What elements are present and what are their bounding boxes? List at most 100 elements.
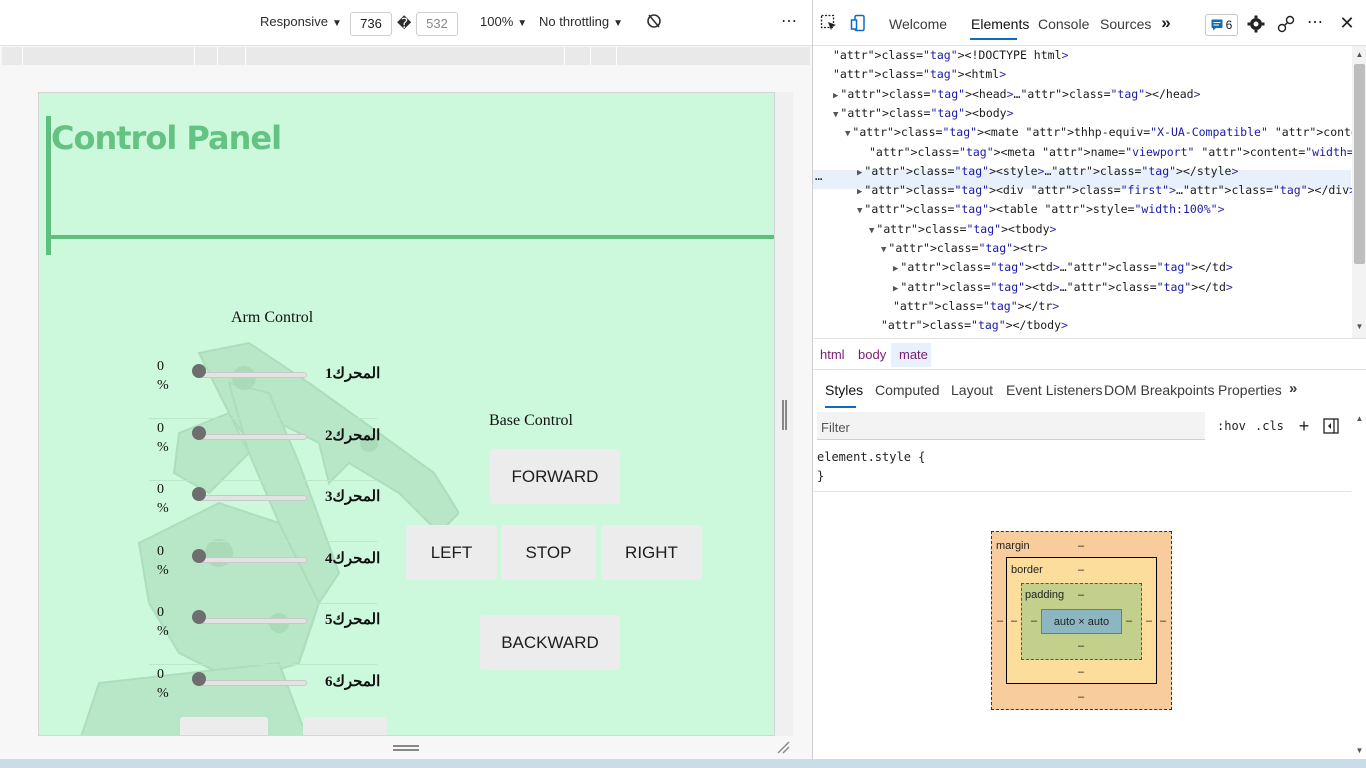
collapse-arrow-icon[interactable]: ▼ — [881, 245, 886, 255]
rotate-icon[interactable] — [646, 12, 662, 33]
dom-node-line[interactable]: "attr">class="tag"></tbody> — [881, 316, 1068, 335]
left-button[interactable]: LEFT — [406, 525, 497, 580]
box-model-content[interactable]: auto × auto — [1041, 609, 1122, 634]
forward-button[interactable]: FORWARD — [490, 449, 620, 504]
width-input[interactable]: 736 — [350, 12, 392, 36]
dom-node-line[interactable]: "attr">class="tag"><html> — [833, 65, 1006, 84]
tab-elements[interactable]: Elements — [971, 16, 1029, 32]
tab-computed[interactable]: Computed — [875, 382, 940, 398]
cls-toggle[interactable]: .cls — [1255, 419, 1284, 433]
tab-console[interactable]: Console — [1038, 16, 1089, 32]
more-options-icon[interactable]: ⋯ — [1305, 12, 1325, 32]
dom-node-line[interactable]: ▶ "attr">class="tag"><style>…"attr">class… — [857, 162, 1238, 183]
swap-dimensions-icon[interactable]: � — [397, 15, 411, 32]
tab-welcome[interactable]: Welcome — [889, 16, 947, 32]
motor-slider-thumb[interactable] — [192, 548, 206, 563]
scroll-down-icon[interactable]: ▼ — [1352, 320, 1366, 332]
tab-styles[interactable]: Styles — [825, 382, 863, 398]
throttling-dropdown[interactable]: No throttling ▼ — [539, 14, 623, 29]
styles-filter-input[interactable]: Filter — [817, 412, 1205, 440]
motor-slider-track[interactable] — [195, 495, 307, 501]
connections-icon[interactable] — [1276, 14, 1296, 34]
dom-node-line[interactable]: "attr">class="tag"></tr> — [893, 297, 1059, 316]
dom-node-line[interactable]: ▶ "attr">class="tag"><td>…"attr">class="t… — [893, 258, 1233, 279]
more-options-icon[interactable]: ⋯ — [781, 11, 797, 31]
collapse-arrow-icon[interactable]: ▼ — [857, 206, 862, 216]
tab-event-listeners[interactable]: Event Listeners — [1006, 382, 1103, 398]
breadcrumb-html[interactable]: html — [820, 347, 845, 362]
dom-node-line[interactable]: ▼ "attr">class="tag"><mate "attr">thhp-eq… — [845, 123, 1366, 144]
dom-node-line[interactable]: ▼ "attr">class="tag"><table "attr">style=… — [857, 200, 1225, 221]
element-style-rule[interactable]: element.style { } — [813, 448, 1351, 492]
tab-properties[interactable]: Properties — [1218, 382, 1282, 398]
device-mode-dropdown[interactable]: Responsive ▼ — [260, 14, 342, 29]
motor-slider-thumb[interactable] — [192, 610, 206, 624]
right-button[interactable]: RIGHT — [601, 525, 702, 580]
collapse-arrow-icon[interactable]: ▼ — [869, 226, 874, 236]
motor-slider-track[interactable] — [195, 433, 307, 440]
box-model-padding[interactable]: padding – – – – auto × auto — [1021, 583, 1142, 660]
motor-percent-unit: % — [157, 562, 169, 578]
expand-arrow-icon[interactable]: ▶ — [833, 91, 838, 101]
box-model-border[interactable]: border – – – – padding – – – – auto × au… — [1006, 557, 1157, 684]
height-input[interactable]: 532 — [416, 12, 458, 36]
breadcrumb-body[interactable]: body — [858, 347, 886, 362]
motor-slider-thumb[interactable] — [192, 671, 206, 686]
dom-node-text: "attr">class="tag"></tr> — [893, 298, 1060, 313]
arm-action-button-2[interactable] — [303, 717, 387, 735]
motor-slider-track[interactable] — [195, 618, 307, 624]
expand-arrow-icon[interactable]: ▶ — [893, 284, 898, 294]
motor-slider-thumb[interactable] — [192, 487, 206, 501]
box-model-margin[interactable]: margin – – – – border – – – – padding – … — [991, 531, 1172, 710]
dom-node-line[interactable]: "attr">class="tag"><meta "attr">name="vi… — [869, 143, 1366, 162]
arm-action-button-1[interactable] — [180, 717, 268, 735]
dom-node-text: "attr">class="tag"><mate "attr">thhp-equ… — [852, 125, 1366, 140]
title-accent-bar-horizontal — [51, 235, 774, 239]
tab-dom-breakpoints[interactable]: DOM Breakpoints — [1104, 382, 1214, 398]
node-actions-icon[interactable]: ⋯ — [815, 171, 822, 187]
expand-arrow-icon[interactable]: ▶ — [893, 264, 898, 274]
issues-badge[interactable]: 6 — [1205, 14, 1238, 36]
expand-arrow-icon[interactable]: ▶ — [857, 187, 862, 197]
more-tabs-icon[interactable]: » — [1157, 13, 1175, 33]
add-rule-icon[interactable]: + — [1295, 416, 1313, 436]
more-subtabs-icon[interactable]: » — [1289, 380, 1297, 397]
hov-toggle[interactable]: :hov — [1217, 419, 1246, 433]
zoom-dropdown[interactable]: 100% ▼ — [480, 14, 527, 29]
dom-node-line[interactable]: ▼ "attr">class="tag"><body> — [833, 104, 1014, 125]
backward-button[interactable]: BACKWARD — [480, 615, 620, 670]
resize-corner-icon[interactable] — [776, 740, 790, 754]
dom-scrollbar-thumb[interactable] — [1354, 64, 1365, 264]
expand-arrow-icon[interactable]: ▶ — [857, 168, 862, 178]
motor-slider-thumb[interactable] — [192, 425, 206, 440]
inspect-element-icon[interactable] — [819, 13, 839, 33]
dom-node-line[interactable]: ▶ "attr">class="tag"><head>…"attr">class=… — [833, 85, 1201, 106]
media-query-ruler[interactable] — [2, 47, 810, 65]
device-toggle-icon[interactable] — [849, 13, 869, 33]
motor-percent: 0% — [157, 542, 177, 580]
toggle-sidebar-icon[interactable] — [1322, 417, 1340, 435]
stop-button[interactable]: STOP — [501, 525, 596, 580]
motor-slider-track[interactable] — [195, 556, 307, 563]
collapse-arrow-icon[interactable]: ▼ — [845, 129, 850, 139]
dom-node-line[interactable]: "attr">class="tag"><!DOCTYPE html> — [833, 46, 1068, 65]
gear-icon[interactable] — [1246, 14, 1266, 34]
dom-node-line[interactable]: ▼ "attr">class="tag"><tbody> — [869, 220, 1056, 241]
resize-handle-bottom[interactable] — [393, 745, 419, 751]
motor-slider-track[interactable] — [195, 372, 307, 378]
tab-layout[interactable]: Layout — [951, 382, 993, 398]
resize-handle-right[interactable] — [782, 400, 787, 430]
scroll-up-icon[interactable]: ▲ — [1352, 48, 1366, 60]
tab-sources[interactable]: Sources — [1100, 16, 1151, 32]
dom-node-line[interactable]: ▶ "attr">class="tag"><td>…"attr">class="t… — [893, 278, 1233, 299]
close-icon[interactable]: ✕ — [1337, 12, 1357, 34]
motor-slider-track[interactable] — [195, 679, 307, 686]
motor-slider-thumb[interactable] — [192, 364, 206, 378]
breadcrumb-mate[interactable]: mate — [899, 347, 928, 362]
scroll-down-icon[interactable]: ▼ — [1352, 744, 1366, 756]
dom-node-line[interactable]: ▼ "attr">class="tag"><tr> — [881, 239, 1048, 260]
scroll-up-icon[interactable]: ▲ — [1352, 412, 1366, 424]
dom-node-line[interactable]: ▶ "attr">class="tag"><div "attr">class="f… — [857, 181, 1356, 202]
collapse-arrow-icon[interactable]: ▼ — [833, 110, 838, 120]
styles-scrollbar[interactable] — [1352, 410, 1366, 758]
